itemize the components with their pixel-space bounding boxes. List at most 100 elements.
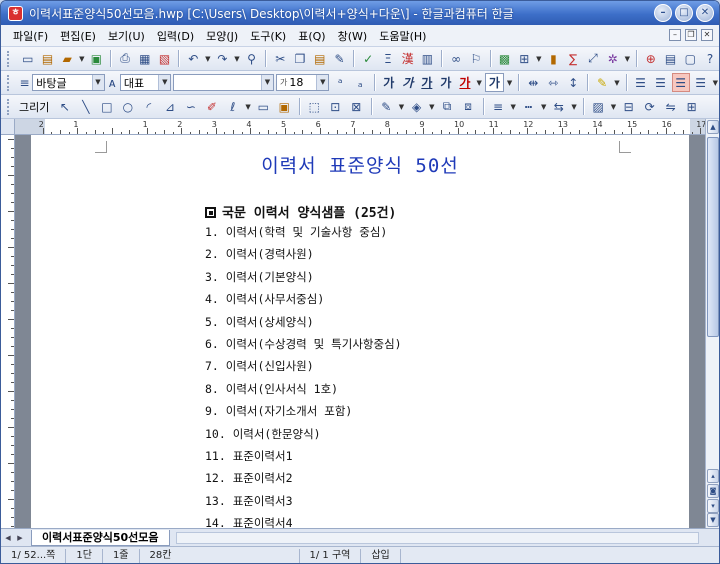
rotate-icon[interactable]: ⟳ <box>640 97 659 116</box>
arc-icon[interactable]: ◜ <box>139 97 158 116</box>
curve-icon[interactable]: ∽ <box>181 97 200 116</box>
list-item[interactable]: 7. 이력서(신입사원) <box>205 359 402 381</box>
list-item[interactable]: 3. 이력서(기본양식) <box>205 270 402 292</box>
list-item[interactable]: 13. 표준이력서3 <box>205 494 402 516</box>
chevron-down-icon[interactable]: ▼ <box>507 79 512 87</box>
char-map-icon[interactable]: Ξ <box>379 49 397 68</box>
chart-icon[interactable]: ▮ <box>545 49 563 68</box>
minimize-button[interactable]: – <box>654 4 672 22</box>
pen-icon[interactable]: ✐ <box>202 97 221 116</box>
font-language-select[interactable]: 대표 ▼ <box>119 74 172 91</box>
table-icon[interactable]: ⊞ <box>515 49 533 68</box>
columns-icon[interactable]: ▥ <box>419 49 437 68</box>
list-item[interactable]: 10. 이력서(한문양식) <box>205 427 402 449</box>
bold-button[interactable]: 가 <box>380 74 397 91</box>
document-title[interactable]: 이력서 표준양식 50선 <box>31 151 689 178</box>
rectangle-icon[interactable]: □ <box>97 97 116 116</box>
ellipse-icon[interactable]: ○ <box>118 97 137 116</box>
status-mode[interactable]: 삽입 <box>361 548 401 563</box>
line-spacing-icon[interactable]: ↕ <box>564 73 582 92</box>
chevron-down-icon[interactable]: ▼ <box>158 75 171 90</box>
superscript-button[interactable]: 가 <box>437 74 454 91</box>
prev-page-icon[interactable]: ▴ <box>707 469 719 483</box>
new-document-icon[interactable]: ▭ <box>19 49 37 68</box>
scroll-thumb[interactable] <box>707 137 719 337</box>
doc-close-button[interactable]: ✕ <box>701 29 713 41</box>
format-copy-icon[interactable]: ✎ <box>331 49 349 68</box>
spellcheck-icon[interactable]: ✓ <box>359 49 377 68</box>
font-color-button[interactable]: 가 <box>456 74 473 91</box>
chevron-down-icon[interactable]: ▼ <box>625 55 630 63</box>
bring-front-icon[interactable]: ⧉ <box>438 97 457 116</box>
hyperlink-icon[interactable]: ∞ <box>447 49 465 68</box>
chevron-down-icon[interactable]: ▼ <box>79 55 84 63</box>
chevron-down-icon[interactable]: ▼ <box>511 103 516 111</box>
status-page[interactable]: 1/ 52...쪽 <box>1 548 67 563</box>
list-item[interactable]: 8. 이력서(인사서식 1호) <box>205 382 402 404</box>
print-setup-icon[interactable]: ▧ <box>156 49 174 68</box>
align-objects-icon[interactable]: ⊟ <box>619 97 638 116</box>
freeform-icon[interactable]: ℓ <box>223 97 242 116</box>
print-icon[interactable]: ⎙ <box>116 49 134 68</box>
list-item[interactable]: 5. 이력서(상세양식) <box>205 315 402 337</box>
menu-help[interactable]: 도움말(H) <box>373 28 432 44</box>
align-center-icon[interactable]: ☰ <box>671 73 690 92</box>
menu-insert[interactable]: 입력(D) <box>151 28 200 44</box>
list-item[interactable]: 4. 이력서(사무서중심) <box>205 292 402 314</box>
redo-icon[interactable]: ↷ <box>214 49 232 68</box>
horizontal-ruler[interactable]: 21123456789101112131415161718 <box>15 119 705 135</box>
doc-minimize-button[interactable]: – <box>669 29 681 41</box>
underline-button[interactable]: 가 <box>418 74 435 91</box>
tab-prev-icon[interactable]: ◀ <box>3 532 13 544</box>
align-right-icon[interactable]: ☰ <box>692 73 710 92</box>
chevron-down-icon[interactable]: ▼ <box>234 55 239 63</box>
save-icon[interactable]: ▣ <box>88 49 106 68</box>
memo-icon[interactable]: ▢ <box>681 49 699 68</box>
list-item[interactable]: 9. 이력서(자기소개서 포함) <box>205 404 402 426</box>
find-icon[interactable]: ⚲ <box>243 49 261 68</box>
chevron-down-icon[interactable]: ▼ <box>536 55 541 63</box>
chevron-down-icon[interactable]: ▼ <box>91 75 104 90</box>
font-size-select[interactable]: 가 18 ▼ <box>275 74 330 91</box>
line-color-icon[interactable]: ✎ <box>377 97 396 116</box>
scroll-down-icon[interactable]: ▼ <box>707 513 719 527</box>
chevron-down-icon[interactable]: ▼ <box>541 103 546 111</box>
font-grow-icon[interactable]: ᵃ <box>331 73 349 92</box>
hanja-icon[interactable]: 漢 <box>399 49 417 68</box>
font-shrink-icon[interactable]: ₐ <box>351 73 369 92</box>
copy-icon[interactable]: ❐ <box>291 49 309 68</box>
document-page[interactable]: 이력서 표준양식 50선 국문 이력서 양식샘플 (25건) 1. 이력서(학력… <box>31 135 689 528</box>
char-border-button[interactable]: 가 <box>484 73 504 92</box>
horizontal-scrollbar[interactable] <box>175 531 699 544</box>
symbol-icon[interactable]: ✲ <box>604 49 622 68</box>
shadow-icon[interactable]: ▨ <box>589 97 608 116</box>
menu-format[interactable]: 모양(J) <box>200 28 244 44</box>
document-tab[interactable]: 이력서표준양식50선모음 <box>31 529 170 546</box>
select-pointer-icon[interactable]: ↖ <box>55 97 74 116</box>
menu-file[interactable]: 파일(F) <box>7 28 54 44</box>
menu-table[interactable]: 표(Q) <box>292 28 331 44</box>
scroll-up-icon[interactable]: ▲ <box>707 120 719 134</box>
toolbar-grip[interactable] <box>7 74 11 91</box>
menu-edit[interactable]: 편집(E) <box>54 28 102 44</box>
chevron-down-icon[interactable]: ▼ <box>316 75 329 90</box>
bookmark-icon[interactable]: ⚐ <box>467 49 485 68</box>
group-icon[interactable]: ⊡ <box>326 97 345 116</box>
chevron-down-icon[interactable]: ▼ <box>611 103 616 111</box>
list-item[interactable]: 6. 이력서(수상경력 및 특기사항중심) <box>205 337 402 359</box>
chevron-down-icon[interactable]: ▼ <box>245 103 250 111</box>
list-item[interactable]: 1. 이력서(학력 및 기술사항 중심) <box>205 225 402 247</box>
page-layout-icon[interactable]: ▤ <box>662 49 680 68</box>
list-item[interactable]: 2. 이력서(경력사원) <box>205 247 402 269</box>
app-icon[interactable]: ㅎ <box>8 5 23 21</box>
send-back-icon[interactable]: ⧈ <box>459 97 478 116</box>
polygon-icon[interactable]: ⊿ <box>160 97 179 116</box>
list-item[interactable]: 11. 표준이력서1 <box>205 449 402 471</box>
chevron-down-icon[interactable]: ▼ <box>399 103 404 111</box>
chevron-down-icon[interactable]: ▼ <box>713 79 718 87</box>
textbox-icon[interactable]: ▭ <box>254 97 273 116</box>
char-width-icon[interactable]: ⇿ <box>544 73 562 92</box>
menu-tools[interactable]: 도구(K) <box>244 28 292 44</box>
multi-select-icon[interactable]: ⬚ <box>305 97 324 116</box>
chevron-down-icon[interactable]: ▼ <box>260 75 273 90</box>
